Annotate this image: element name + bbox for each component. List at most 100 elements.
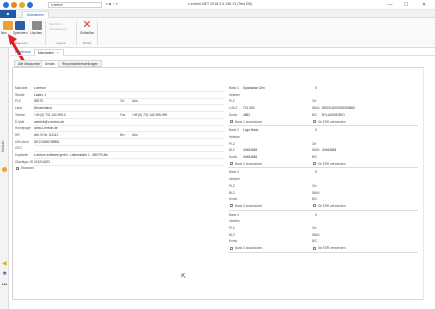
bank-title: Bank 4: [229, 212, 239, 217]
bank-bic-label: BIC: [312, 155, 318, 159]
mouse-cursor-icon: ⇱: [181, 274, 187, 280]
bank-blz-value[interactable]: 40484848: [243, 148, 257, 152]
bank-inhaber-label: Inhaber: [229, 219, 240, 224]
field-value[interactable]: DE123456789881: [34, 140, 60, 144]
bank-print-label: Bank 4 ausdrucken: [235, 246, 263, 251]
subtab-alle-mandanten[interactable]: Alle Mandanten: [14, 60, 45, 67]
bank-print-checkbox[interactable]: [230, 162, 233, 166]
close-x-icon: ✕: [82, 19, 92, 31]
bank-ort-label: Ort: [312, 99, 317, 104]
bank-number[interactable]: 0: [315, 128, 317, 132]
field-value[interactable]: c-entron: [34, 86, 46, 90]
bank-separator: [228, 125, 418, 127]
doc-tab-dashboard[interactable]: Dashboard: [12, 49, 34, 56]
field-value-secondary[interactable]: Ulm: [132, 99, 138, 103]
bank-bic-value[interactable]: BYLADEM1RIO: [322, 113, 345, 117]
bank-konto-value[interactable]: 40484848: [243, 155, 257, 159]
field-underline: [34, 104, 224, 106]
bank-esr-checkbox[interactable]: [313, 246, 316, 250]
scrollbar-track[interactable]: [423, 67, 424, 300]
field-value[interactable]: www.c-entron.de: [34, 126, 58, 130]
bank-iban-label: IBAN: [312, 190, 320, 195]
delete-button[interactable]: Löschen: [30, 21, 44, 37]
bank-name[interactable]: Sparkasse Ulm: [243, 86, 265, 90]
field-label: PLZ: [15, 99, 21, 104]
bank-print-checkbox[interactable]: [230, 246, 233, 250]
back-arrow-icon[interactable]: ◀: [2, 261, 7, 267]
subtab-reportdateieinstellungen[interactable]: Reportdateileinstellungen: [58, 60, 102, 67]
field-value[interactable]: Abt. B Nr. 111111: [34, 133, 58, 137]
document-tab-strip: [10, 49, 435, 56]
bank-konto-value[interactable]: 4882: [243, 113, 250, 117]
ribbon-tab-mandanten[interactable]: Mandanten: [22, 11, 49, 18]
field-value-secondary[interactable]: Ulm: [132, 133, 138, 137]
bank-iban-label: IBAN: [312, 232, 320, 237]
bank-esr-label: für ESR verwenden: [318, 161, 346, 166]
field-value[interactable]: c-entron software gmbh - Listerstraße 1 …: [34, 153, 108, 157]
bank-name[interactable]: Logo Bank: [243, 128, 258, 132]
maximize-button[interactable]: ☐: [400, 1, 412, 9]
field-underline: [34, 164, 224, 166]
close-module-button[interactable]: ✕ Schließen: [80, 19, 94, 37]
bank-plz-label: PLZ: [229, 226, 235, 230]
bank-esr-label: für ESR verwenden: [318, 203, 346, 208]
red-annotation-arrow: [8, 34, 26, 63]
layout-reset-item[interactable]: Zurücksetzen: [49, 27, 67, 31]
subtab-details[interactable]: Details: [41, 60, 59, 67]
ribbon-tab-strip: [0, 10, 435, 18]
ribbon-group-separator: [97, 21, 98, 45]
quick-folder-icon[interactable]: [11, 2, 17, 8]
field-underline: [34, 137, 224, 139]
field-value[interactable]: vertrieb@c-entron.de: [34, 120, 64, 124]
ribbon-group-layout: Layout: [56, 41, 66, 45]
bank-print-label: Bank 3 ausdrucken: [235, 203, 263, 208]
layout-save-item[interactable]: Speichern: [49, 22, 63, 26]
bank-plz-label: PLZ: [229, 141, 235, 146]
star-icon[interactable]: ★: [2, 271, 7, 277]
bank-number[interactable]: 0: [315, 213, 317, 217]
bank-esr-checkbox[interactable]: [313, 162, 316, 166]
help-icon[interactable]: [27, 2, 33, 8]
bank-esr-label: für ESR verwenden: [318, 119, 346, 124]
bank-ort-label: Ort: [312, 226, 317, 230]
field-value[interactable]: +49 (0) 731 140 399-0: [34, 113, 66, 117]
module-arrow-icon[interactable]: [2, 167, 7, 172]
field-value[interactable]: 213214323: [34, 160, 50, 164]
bank-number[interactable]: 0: [315, 86, 317, 90]
bank-iban-value[interactable]: 40484848: [322, 148, 336, 152]
bank-blz-label: BLZ: [229, 148, 235, 153]
bank-blz-value[interactable]: 721 500: [243, 106, 255, 110]
bank-bic-label: BIC: [312, 112, 318, 117]
field-value-secondary[interactable]: +49 (0) 731 140 399-099: [132, 113, 167, 117]
bank-plz-label: PLZ: [229, 99, 235, 104]
doc-tab-mandanten[interactable]: Mandanten ✕: [34, 49, 64, 56]
field-value[interactable]: Deutschland: [34, 106, 52, 110]
bank-title: Bank 2: [229, 128, 239, 133]
bank-iban-label: IBAN: [312, 148, 320, 153]
bank-esr-checkbox[interactable]: [313, 120, 316, 123]
doc-tab-close-icon[interactable]: ✕: [57, 51, 60, 55]
field-label: Land: [15, 106, 23, 111]
field-underline: [34, 97, 224, 99]
minimize-button[interactable]: —: [384, 1, 396, 9]
app-menu-button[interactable]: ■: [0, 10, 16, 18]
bank-print-checkbox[interactable]: ✓: [230, 120, 234, 124]
mandant-selector[interactable]: c-entron: [48, 2, 102, 8]
bank-print-checkbox[interactable]: [230, 204, 233, 208]
bank-iban-value[interactable]: DE0912000000000883: [322, 106, 355, 110]
more-icon[interactable]: •••: [2, 283, 7, 288]
close-window-button[interactable]: ✕: [418, 1, 430, 9]
field-underline: [34, 131, 224, 133]
field-label: CEO: [15, 146, 22, 151]
field-label: Kopfzeile: [15, 153, 29, 157]
standard-checkbox[interactable]: ✓: [16, 166, 20, 170]
quick-star-icon[interactable]: [19, 2, 25, 8]
bank-iban-label: IBAN: [312, 106, 320, 111]
bank-esr-checkbox[interactable]: [313, 204, 316, 208]
bank-number[interactable]: 0: [315, 170, 317, 174]
field-value[interactable]: 89079: [34, 99, 43, 103]
field-value[interactable]: Laster. 1: [34, 93, 46, 97]
sidebar-module-label[interactable]: Module: [1, 126, 8, 166]
new-icon: [3, 21, 13, 30]
quickaccess-toolbar[interactable]: ▾ ◆ ✓ ▾: [106, 2, 118, 6]
